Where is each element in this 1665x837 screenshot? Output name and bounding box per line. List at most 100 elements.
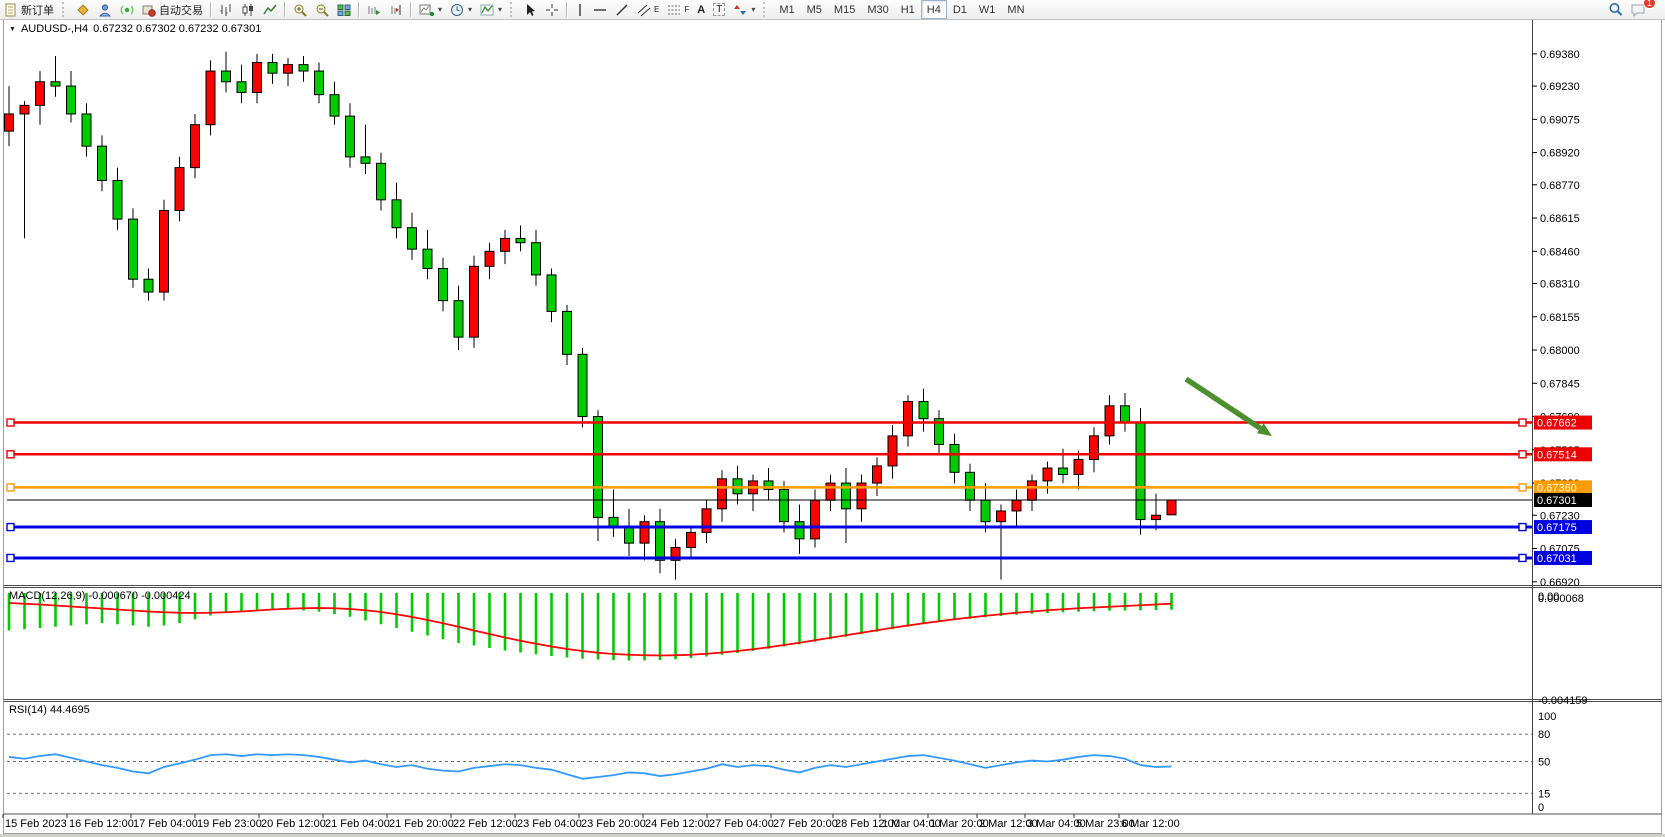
- tile-windows-button[interactable]: [333, 0, 355, 19]
- fibonacci-button[interactable]: F: [663, 0, 693, 19]
- text-tool-button[interactable]: A: [693, 0, 709, 19]
- auto-trading-button[interactable]: 自动交易: [138, 0, 207, 19]
- shapes-button[interactable]: ▾: [729, 0, 759, 19]
- candle-body: [144, 279, 153, 292]
- candle-body: [547, 275, 556, 311]
- timeframe-button-M15[interactable]: M15: [828, 0, 861, 19]
- new-chart-icon: [419, 3, 434, 17]
- symbol-dropdown-icon[interactable]: ▼: [9, 26, 16, 33]
- auto-trading-label: 自动交易: [159, 2, 203, 18]
- search-button[interactable]: [1604, 0, 1627, 19]
- crosshair-button[interactable]: [541, 0, 563, 19]
- macd-axis-label: 0.000068: [1538, 593, 1584, 605]
- vertical-line-button[interactable]: [571, 0, 589, 19]
- candle-body: [1121, 406, 1130, 423]
- hline-price-badge-label: 0.67662: [1537, 418, 1577, 430]
- cursor-icon: [524, 3, 537, 17]
- price-tick-label: 0.68615: [1540, 213, 1580, 225]
- line-chart-button[interactable]: [259, 0, 281, 19]
- hline-handle[interactable]: [7, 524, 14, 531]
- hline-price-badge-label: 0.67360: [1537, 482, 1577, 494]
- price-tick-label: 0.68000: [1540, 345, 1580, 357]
- crosshair-icon: [545, 3, 559, 17]
- signals-button[interactable]: [116, 0, 138, 19]
- indicators-button[interactable]: ▾: [476, 0, 506, 19]
- auto-scroll-button[interactable]: [363, 0, 385, 19]
- label-tool-button[interactable]: T: [709, 0, 729, 19]
- timeframe-button-M30[interactable]: M30: [861, 0, 894, 19]
- new-order-button[interactable]: 新订单: [0, 0, 58, 19]
- new-chart-button[interactable]: ▾: [415, 0, 446, 19]
- chart-canvas[interactable]: 0.693800.692300.690750.689200.687700.686…: [0, 0, 1665, 837]
- chart-shift-icon: [389, 3, 403, 17]
- candle-body: [532, 243, 541, 275]
- timeframe-button-H1[interactable]: H1: [895, 0, 921, 19]
- chart-shift-button[interactable]: [385, 0, 407, 19]
- hline-price-badge-label: 0.67031: [1537, 553, 1577, 565]
- timeframe-button-W1[interactable]: W1: [973, 0, 1002, 19]
- toolbar-grip: [510, 2, 517, 17]
- trendline-icon: [615, 3, 629, 17]
- hline-handle[interactable]: [1519, 524, 1526, 531]
- time-tick-label: 6 Mar 12:00: [1121, 818, 1180, 830]
- clock-icon: [450, 3, 464, 17]
- candle-body: [997, 511, 1006, 522]
- market-button[interactable]: [72, 0, 94, 19]
- price-tick-label: 0.68155: [1540, 312, 1580, 324]
- cursor-button[interactable]: [520, 0, 541, 19]
- equidistant-channel-button[interactable]: E: [633, 0, 663, 19]
- candle-body: [516, 238, 525, 242]
- zoom-in-button[interactable]: [289, 0, 311, 19]
- candle-body: [702, 509, 711, 533]
- timeframe-button-M1[interactable]: M1: [773, 0, 800, 19]
- price-tick-label: 0.69380: [1540, 49, 1580, 61]
- horizontal-line-button[interactable]: [589, 0, 611, 19]
- bar-chart-button[interactable]: [215, 0, 237, 19]
- profile-button[interactable]: [94, 0, 116, 19]
- time-tick-label: 20 Feb 12:00: [261, 818, 326, 830]
- candle-body: [5, 114, 14, 131]
- price-tick-label: 0.66920: [1540, 577, 1580, 589]
- price-tick-label: 0.68920: [1540, 148, 1580, 160]
- zoom-in-icon: [293, 3, 307, 17]
- time-tick-label: 27 Feb 04:00: [709, 818, 774, 830]
- notifications-button[interactable]: 1: [1627, 0, 1651, 19]
- hline-handle[interactable]: [1519, 419, 1526, 426]
- candle-body: [315, 71, 324, 95]
- timeframe-button-D1[interactable]: D1: [947, 0, 973, 19]
- timeframe-button-MN[interactable]: MN: [1001, 0, 1030, 19]
- hline-handle[interactable]: [1519, 484, 1526, 491]
- toolbar-separator: [210, 2, 212, 17]
- hline-handle[interactable]: [7, 554, 14, 561]
- time-tick-label: 27 Feb 20:00: [773, 818, 838, 830]
- period-button[interactable]: ▾: [446, 0, 476, 19]
- time-tick-label: 21 Feb 20:00: [389, 818, 454, 830]
- candle-body: [36, 82, 45, 106]
- price-tick-label: 0.68460: [1540, 246, 1580, 258]
- candlestick-chart-button[interactable]: [237, 0, 259, 19]
- candle-body: [718, 479, 727, 509]
- shapes-arrows-icon: [733, 3, 747, 17]
- zoom-out-button[interactable]: [311, 0, 333, 19]
- hline-handle[interactable]: [7, 419, 14, 426]
- timeframe-button-H4[interactable]: H4: [921, 0, 947, 19]
- rsi-axis-label: 100: [1538, 711, 1556, 723]
- hline-handle[interactable]: [1519, 554, 1526, 561]
- trendline-button[interactable]: [611, 0, 633, 19]
- time-tick-label: 21 Feb 04:00: [325, 818, 390, 830]
- candle-body: [594, 417, 603, 518]
- candle-body: [237, 82, 246, 93]
- timeframe-button-M5[interactable]: M5: [801, 0, 828, 19]
- hline-handle[interactable]: [7, 484, 14, 491]
- label-tool-icon: T: [713, 3, 725, 16]
- hline-handle[interactable]: [7, 451, 14, 458]
- hline-price-badge-label: 0.67514: [1537, 449, 1577, 461]
- candle-body: [1152, 515, 1161, 519]
- line-chart-icon: [263, 3, 277, 17]
- rsi-axis-label: 80: [1538, 729, 1550, 741]
- candle-body: [1136, 423, 1145, 520]
- price-tick-label: 0.68310: [1540, 278, 1580, 290]
- candle-body: [826, 483, 835, 500]
- hline-handle[interactable]: [1519, 451, 1526, 458]
- candle-body: [687, 532, 696, 547]
